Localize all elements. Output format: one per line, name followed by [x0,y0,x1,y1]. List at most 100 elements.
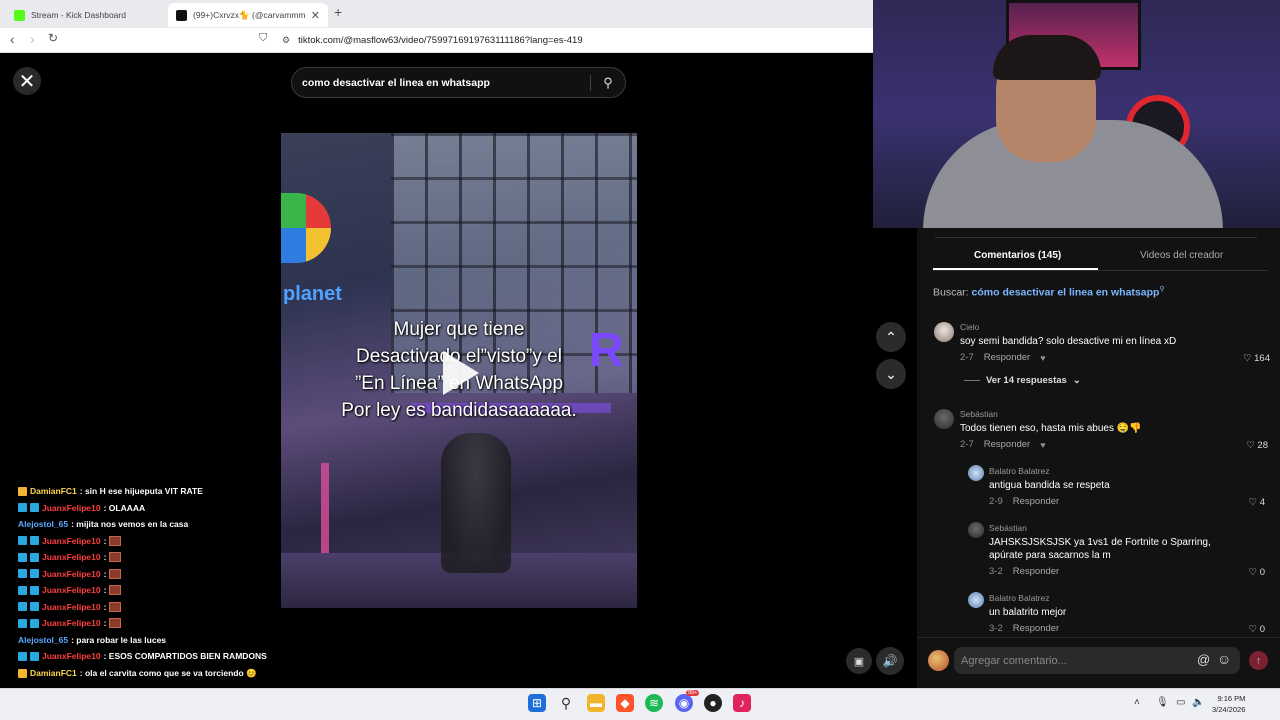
file-explorer-icon[interactable]: ▬ [587,694,605,712]
search-icon[interactable]: ⚲ [557,694,575,712]
related-search-link[interactable]: cómo desactivar el linea en whatsapp [972,287,1160,299]
avatar[interactable] [934,409,954,429]
view-replies-button[interactable]: Ver 14 respuestas ⌄ [964,375,1081,386]
windows-start-icon[interactable]: ⊞ [528,694,546,712]
chat-username[interactable]: JuanxFelipe10 [42,552,101,562]
close-icon[interactable]: ✕ [311,9,320,22]
avatar[interactable] [928,650,949,671]
reply-button[interactable]: Responder [984,439,1030,450]
chat-username[interactable]: Alejostol_65 [18,519,68,529]
tab-divider [933,270,1268,271]
chat-username[interactable]: DamianFC1 [30,486,77,496]
back-icon[interactable]: ‹ [10,31,15,47]
chat-username[interactable]: JuanxFelipe10 [42,585,101,595]
related-search[interactable]: Buscar: cómo desactivar el linea en what… [933,285,1165,299]
microphone-icon[interactable]: 🎙 [1156,697,1169,708]
chat-text: : [103,601,107,612]
chevron-up-icon[interactable]: ˄ [1134,697,1140,708]
chat-username[interactable]: JuanxFelipe10 [42,569,101,579]
mention-icon[interactable]: @ [1197,652,1210,667]
comment-username[interactable]: Cielo [960,322,979,332]
reply-button[interactable]: Responder [1013,566,1059,577]
reply-username[interactable]: Balatro Balatrez [989,593,1049,603]
play-icon[interactable] [443,351,479,395]
chat-username[interactable]: JuanxFelipe10 [42,503,101,513]
network-icon[interactable]: ▭ [1176,697,1185,708]
chevron-up-icon: ⌃ [885,328,897,345]
new-tab-button[interactable]: + [334,4,342,20]
chat-message: JuanxFelipe10: [18,618,122,628]
comment-username[interactable]: Sebástian [960,409,998,419]
avatar[interactable] [968,465,984,481]
reload-icon[interactable]: ↻ [48,31,58,45]
search-input[interactable]: como desactivar el linea en whatsapp [302,77,590,89]
chat-username[interactable]: JuanxFelipe10 [42,618,101,628]
planet-sign-text: planet [283,283,342,305]
close-button[interactable]: ✕ [13,67,41,95]
chat-text: : [103,552,107,562]
avatar[interactable] [968,592,984,608]
reply-like-button[interactable]: ♡ 4 [1235,497,1265,508]
tab-kick-dashboard[interactable]: Stream - Kick Dashboard [6,3,166,27]
chat-text: : ola el carvita como que se va torciend… [79,667,257,678]
chat-username[interactable]: JuanxFelipe10 [42,536,101,546]
view-replies-label: Ver 14 respuestas [986,375,1067,386]
discord-icon[interactable]: ◉ [675,694,693,712]
site-info-icon[interactable]: ⚙ [282,35,290,46]
chat-username[interactable]: Alejostol_65 [18,635,68,645]
obs-icon[interactable]: ● [704,694,722,712]
comment-meta: 2-7 Responder ♥ [960,352,1046,363]
chat-text: : OLAAAA [103,502,146,513]
avatar[interactable] [934,322,954,342]
chevron-down-icon: ⌄ [1072,375,1081,386]
reply-button[interactable]: Responder [984,352,1030,363]
subscriber-badge-icon [18,668,27,678]
clock-date: 3/24/2026 [1212,705,1246,714]
comment-text: Todos tienen eso, hasta mis abues 🤤👎 [960,423,1142,434]
tab-creator-videos[interactable]: Videos del creador [1140,250,1223,261]
previous-video-button[interactable]: ⌃ [876,322,906,352]
reply-date: 3-2 [989,566,1003,577]
tiktok-app-icon[interactable]: ♪ [733,694,751,712]
emoji-icon[interactable]: ☺ [1217,651,1231,667]
post-comment-button[interactable]: ↑ [1249,651,1268,670]
brave-browser-icon[interactable]: ◆ [616,694,634,712]
reply-button[interactable]: Responder [1013,496,1059,507]
badge-icon [30,552,39,562]
chat-username[interactable]: DamianFC1 [30,668,77,678]
chat-emote-icon [109,601,122,612]
search-bar[interactable]: como desactivar el linea en whatsapp ⚲ [291,67,626,98]
chat-message: DamianFC1: ola el carvita como que se va… [18,668,257,679]
comment-like-button[interactable]: ♡ 28 [1230,440,1268,451]
chat-message: Alejostol_65: mijita nos vemos en la cas… [18,519,188,529]
chat-text: : mijita nos vemos en la casa [71,519,189,529]
avatar[interactable] [968,522,984,538]
search-icon: ⚲ [1159,286,1165,293]
comment-like-button[interactable]: ♡ 164 [1230,353,1270,364]
next-video-button[interactable]: ⌄ [876,359,906,389]
chat-username[interactable]: JuanxFelipe10 [42,602,101,612]
reply-like-button[interactable]: ♡ 0 [1235,567,1265,578]
picture-in-picture-button[interactable]: ▣ [846,648,872,674]
tiktok-favicon-icon [176,9,187,21]
tab-tiktok[interactable]: (99+)Cxrvzx🐈 (@carvammm) | TikTok ✕ [168,3,328,27]
tab-comments[interactable]: Comentarios (145) [974,250,1061,261]
system-clock[interactable]: 9:16 PM 3/24/2026 [1212,693,1245,715]
url-text: tiktok.com/@masflow63/video/759971691976… [298,35,583,46]
spotify-icon[interactable]: ≋ [645,694,663,712]
volume-button[interactable]: 🔊 [876,647,904,675]
reply-like-button[interactable]: ♡ 0 [1235,624,1265,635]
reply-button[interactable]: Responder [1013,623,1059,634]
reply-username[interactable]: Sebástian [989,523,1027,533]
volume-icon[interactable]: 🔈 [1192,697,1204,708]
video-player[interactable]: planet R Mujer que tiene Desactivado el”… [281,133,637,608]
address-bar[interactable]: ⚙ tiktok.com/@masflow63/video/7599716919… [282,31,872,50]
forward-icon[interactable]: › [30,31,35,47]
search-icon[interactable]: ⚲ [591,75,625,91]
chat-username[interactable]: JuanxFelipe10 [42,651,101,661]
bookmark-icon[interactable]: ⛉ [259,32,267,45]
badge-icon [30,503,39,512]
badge-icon [18,602,27,611]
caption-line: Por ley es bandidasaaaaaa. [341,400,577,421]
reply-username[interactable]: Balatro Balatrez [989,466,1049,476]
